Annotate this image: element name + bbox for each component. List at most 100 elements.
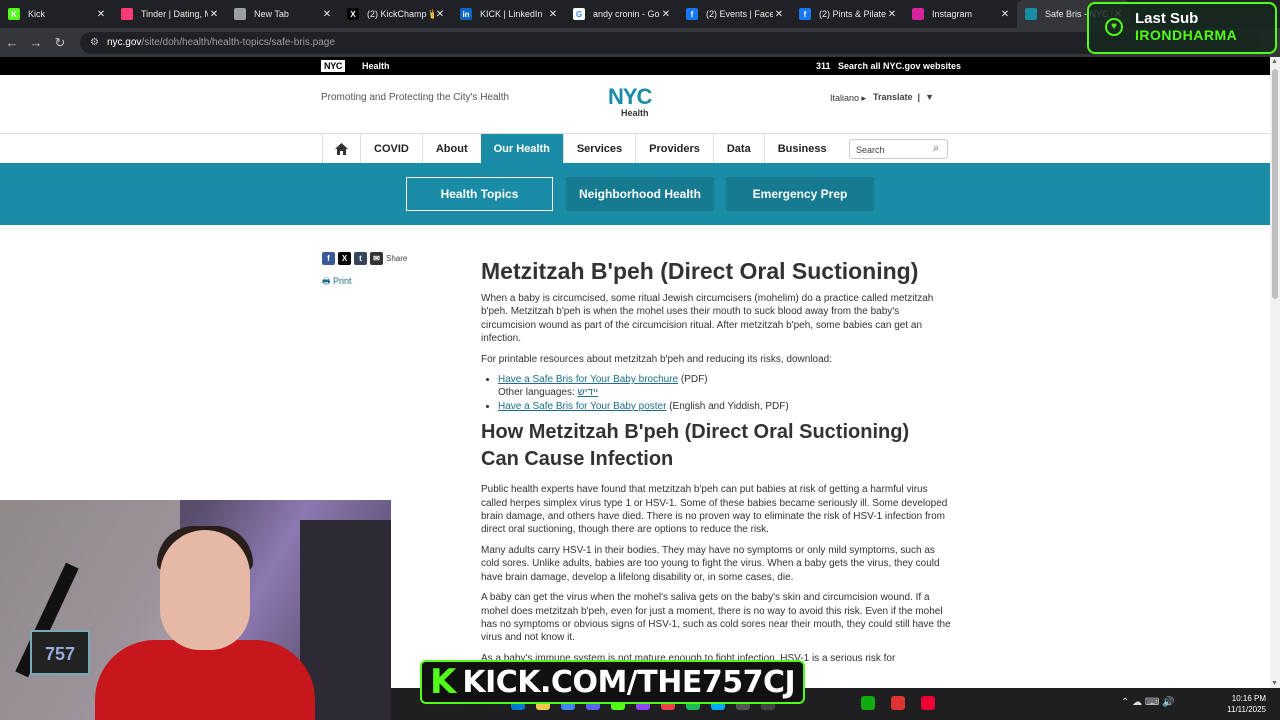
translate-dropdown[interactable]: Translate | ▼ bbox=[873, 92, 934, 102]
browser-tab[interactable]: f (2) Events | Faceb ✕ bbox=[678, 0, 791, 28]
browser-tab[interactable]: X (2) KickChamp 👑 ✕ bbox=[339, 0, 452, 28]
streamer-shirt bbox=[95, 640, 315, 720]
chrome-icon bbox=[234, 8, 246, 20]
nav-item-about[interactable]: About bbox=[421, 134, 481, 164]
page-scrollbar[interactable]: ▲ ▼ bbox=[1270, 57, 1280, 688]
tab-title: (2) Pints & Pilates bbox=[819, 9, 886, 19]
search-all-link[interactable]: Search all NYC.gov websites bbox=[838, 61, 961, 71]
browser-tab[interactable]: New Tab ✕ bbox=[226, 0, 339, 28]
x-share-icon[interactable]: X bbox=[338, 252, 351, 265]
printer-icon: 🖶 bbox=[322, 276, 331, 286]
main-content: Metzitzah B'peh (Direct Oral Suctioning)… bbox=[481, 258, 951, 672]
language-label: Italiano bbox=[830, 93, 860, 103]
nav-item-services[interactable]: Services bbox=[562, 134, 635, 164]
browser-tab[interactable]: Tinder | Dating, M ✕ bbox=[113, 0, 226, 28]
nyc-icon bbox=[1025, 8, 1037, 20]
nyc-logo[interactable]: NYC bbox=[321, 60, 346, 72]
nav-item-covid[interactable]: COVID bbox=[360, 134, 422, 164]
close-icon[interactable]: ✕ bbox=[773, 9, 785, 20]
back-icon[interactable]: ← bbox=[0, 35, 24, 50]
section-heading: How Metzitzah B'peh (Direct Oral Suction… bbox=[481, 421, 910, 471]
kick-url-text: KICK.COM/THE757CJ bbox=[462, 664, 796, 700]
kick-url-banner: K KICK.COM/THE757CJ bbox=[420, 660, 806, 704]
url-field[interactable]: ⚙ nyc.gov /site/doh/health/health-topics… bbox=[80, 31, 1260, 54]
close-icon[interactable]: ✕ bbox=[208, 9, 220, 20]
tab-title: andy cronin - Goo bbox=[593, 9, 660, 19]
scrollbar-thumb[interactable] bbox=[1272, 69, 1278, 299]
health-topics-button[interactable]: Health Topics bbox=[406, 177, 553, 211]
brochure-link[interactable]: Have a Safe Bris for Your Baby brochure bbox=[498, 374, 678, 385]
list-item: Have a Safe Bris for Your Baby poster (E… bbox=[498, 400, 951, 413]
close-icon[interactable]: ✕ bbox=[999, 9, 1011, 20]
search-icon[interactable]: ⌕ bbox=[933, 143, 939, 154]
clock-date: 11/11/2025 bbox=[1227, 705, 1266, 714]
paragraph: Many adults carry HSV-1 in their bodies.… bbox=[481, 544, 940, 583]
scroll-down-icon[interactable]: ▼ bbox=[1271, 680, 1278, 687]
close-icon[interactable]: ✕ bbox=[886, 9, 898, 20]
forward-icon[interactable]: → bbox=[24, 35, 48, 50]
reload-icon[interactable]: ↻ bbox=[48, 35, 72, 51]
url-path: /site/doh/health/health-topics/safe-bris… bbox=[141, 37, 335, 48]
language-link[interactable]: Italiano ▸ bbox=[830, 93, 866, 104]
tumblr-share-icon[interactable]: t bbox=[354, 252, 367, 265]
paragraph: A baby can get the virus when the mohel'… bbox=[481, 592, 951, 644]
phone-311-link[interactable]: 311 bbox=[816, 61, 831, 71]
nyc-health-logo[interactable]: NYC bbox=[608, 86, 652, 108]
nyc-health-logo-sub[interactable]: Health bbox=[621, 108, 649, 118]
poster-suffix: (English and Yiddish, PDF) bbox=[666, 400, 789, 412]
last-sub-label: Last Sub bbox=[1135, 10, 1199, 27]
scroll-up-icon[interactable]: ▲ bbox=[1271, 58, 1278, 65]
webcam-badge: 757 bbox=[30, 630, 90, 675]
agency-name[interactable]: Health bbox=[362, 61, 390, 71]
close-icon[interactable]: ✕ bbox=[95, 9, 107, 20]
kick-icon: K bbox=[8, 8, 20, 20]
home-icon[interactable] bbox=[322, 134, 360, 164]
browser-tab[interactable]: K Kick ✕ bbox=[0, 0, 113, 28]
last-sub-overlay: ♥ Last Sub IRONDHARMA bbox=[1087, 2, 1277, 54]
clock[interactable]: 10:16 PM 11/11/2025 bbox=[1227, 693, 1266, 715]
emergency-prep-button[interactable]: Emergency Prep bbox=[726, 177, 874, 211]
neighborhood-health-button[interactable]: Neighborhood Health bbox=[566, 177, 714, 211]
browser-tab[interactable]: Gandy cronin - Goo ✕ bbox=[565, 0, 678, 28]
tab-title: KICK | LinkedIn bbox=[480, 9, 543, 19]
site-info-icon[interactable]: ⚙ bbox=[90, 37, 99, 48]
app-icon[interactable] bbox=[921, 696, 935, 710]
print-label: Print bbox=[333, 276, 352, 286]
browser-tab[interactable]: in KICK | LinkedIn ✕ bbox=[452, 0, 565, 28]
nav-item-providers[interactable]: Providers bbox=[635, 134, 713, 164]
paragraph: Public health experts have found that me… bbox=[481, 484, 948, 536]
poster-link[interactable]: Have a Safe Bris for Your Baby poster bbox=[498, 401, 666, 412]
nav-item-our-health[interactable]: Our Health bbox=[480, 134, 563, 164]
heart-icon: ♥ bbox=[1105, 18, 1123, 36]
other-languages-label: Other languages: bbox=[498, 387, 578, 399]
tab-title: (2) Events | Faceb bbox=[706, 9, 773, 19]
share-bar: f X t ✉ Share bbox=[322, 252, 407, 265]
last-sub-name: IRONDHARMA bbox=[1135, 27, 1238, 43]
page-title: Metzitzah B'peh (Direct Oral Suctioning) bbox=[481, 258, 919, 284]
nav-item-data[interactable]: Data bbox=[712, 134, 764, 164]
close-icon[interactable]: ✕ bbox=[660, 9, 672, 20]
close-icon[interactable]: ✕ bbox=[547, 9, 559, 20]
system-tray[interactable]: ⌃ ☁ ⌨ 🔊 bbox=[1121, 697, 1175, 708]
print-link[interactable]: 🖶 Print bbox=[322, 274, 352, 290]
xbox-icon[interactable] bbox=[861, 696, 875, 710]
google-icon: G bbox=[573, 8, 585, 20]
nav-item-business[interactable]: Business bbox=[763, 134, 840, 164]
main-nav: COVID About Our Health Services Providers Dat… bbox=[0, 133, 1270, 164]
close-icon[interactable]: ✕ bbox=[434, 9, 446, 20]
email-share-icon[interactable]: ✉ bbox=[370, 252, 383, 265]
browser-tab[interactable]: f (2) Pints & Pilates ✕ bbox=[791, 0, 904, 28]
webcam-overlay: 757 bbox=[0, 500, 391, 720]
search-input[interactable]: Search ⌕ bbox=[849, 139, 948, 159]
tab-title: New Tab bbox=[254, 9, 289, 19]
app-icon[interactable] bbox=[891, 696, 905, 710]
yiddish-link[interactable]: יידיש bbox=[578, 387, 599, 398]
resources-lead: For printable resources about metzitzah … bbox=[481, 353, 832, 365]
chevron-right-icon: ▸ bbox=[861, 93, 867, 103]
close-icon[interactable]: ✕ bbox=[321, 9, 333, 20]
browser-tab[interactable]: Instagram ✕ bbox=[904, 0, 1017, 28]
share-label[interactable]: Share bbox=[386, 254, 407, 263]
facebook-share-icon[interactable]: f bbox=[322, 252, 335, 265]
tinder-icon bbox=[121, 8, 133, 20]
clock-time: 10:16 PM bbox=[1231, 694, 1266, 703]
